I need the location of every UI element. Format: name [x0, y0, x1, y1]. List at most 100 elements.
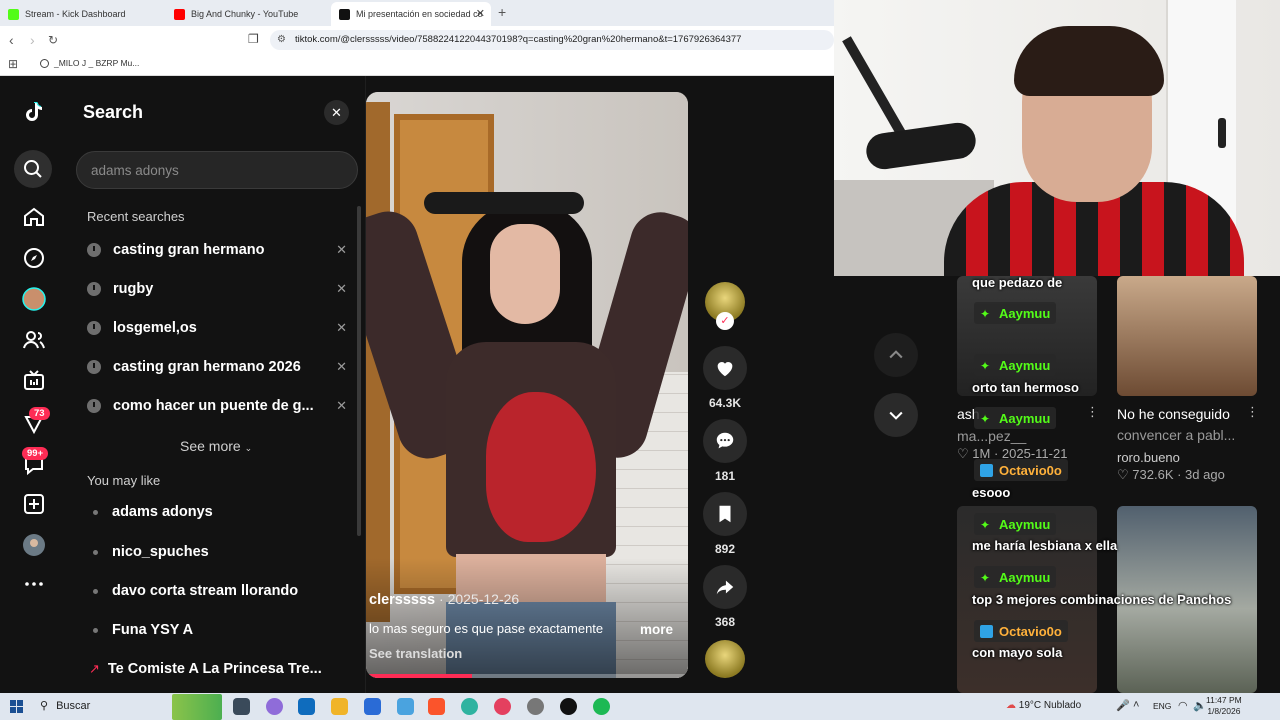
site-info-icon[interactable]: ⚙	[277, 30, 286, 50]
store-icon[interactable]	[364, 698, 381, 715]
address-bar[interactable]: ⚙ tiktok.com/@clersssss/video/7588224122…	[270, 30, 834, 50]
clock[interactable]: 11:47 PM 1/8/2026	[1206, 695, 1242, 717]
new-tab-button[interactable]: +	[498, 4, 506, 20]
grid-title[interactable]: No he conseguido	[1117, 406, 1230, 422]
brave-icon[interactable]	[428, 698, 445, 715]
trending-icon: ↗	[89, 661, 100, 676]
reload-icon[interactable]: ↻	[48, 33, 58, 47]
share-icon[interactable]	[703, 565, 747, 609]
bookmark-icon[interactable]: ❐	[248, 32, 259, 46]
app-icon[interactable]	[560, 698, 577, 715]
more-options-icon[interactable]: ⋮	[1086, 404, 1099, 420]
chevron-up-icon	[889, 350, 903, 359]
recent-search-item[interactable]: casting gran hermano ✕	[87, 238, 347, 262]
see-more-label: See more	[180, 438, 241, 454]
left-rail: 73 99+	[0, 76, 68, 693]
grid-author[interactable]: roro.bueno	[1117, 450, 1180, 465]
suggested-search-item[interactable]: adams adonys	[93, 501, 213, 523]
app-icon[interactable]	[527, 698, 544, 715]
suggested-search-item[interactable]: nico_spuches	[93, 541, 209, 563]
remove-icon[interactable]: ✕	[336, 320, 347, 336]
task-view-icon[interactable]	[233, 698, 250, 715]
windows-start-icon[interactable]	[10, 700, 23, 713]
kick-badge-icon: ✦	[980, 517, 991, 532]
home-icon[interactable]	[20, 203, 48, 231]
volume-icon[interactable]: 🔈	[1193, 699, 1207, 712]
grid-stats-text: 732.6K · 3d ago	[1132, 467, 1225, 482]
edge-icon[interactable]	[461, 698, 478, 715]
comment-action[interactable]: 181	[700, 419, 750, 483]
next-video-button[interactable]	[874, 393, 918, 437]
wifi-icon[interactable]: ◠	[1178, 699, 1188, 712]
video-progress-bar[interactable]	[366, 674, 688, 678]
chat-username: ✦ Aaymuu	[974, 407, 1057, 429]
outlook-icon[interactable]	[298, 698, 315, 715]
profile-avatar-icon[interactable]	[20, 531, 48, 559]
video-player[interactable]: clersssss · 2025-12-26 lo mas seguro es …	[366, 92, 688, 678]
tiktok-logo-icon[interactable]	[20, 98, 48, 126]
taskbar-search[interactable]: ⚲ Buscar	[40, 699, 90, 713]
search-icon[interactable]	[14, 150, 52, 188]
save-action[interactable]: 892	[700, 492, 750, 556]
remove-icon[interactable]: ✕	[336, 398, 347, 414]
video-thumbnail[interactable]	[957, 276, 1097, 396]
activity-badge: 73	[29, 407, 50, 420]
file-explorer-icon[interactable]	[331, 698, 348, 715]
remove-icon[interactable]: ✕	[336, 242, 347, 258]
spotify-icon[interactable]	[593, 698, 610, 715]
close-tab-icon[interactable]: ✕	[476, 7, 485, 20]
previous-video-button[interactable]	[874, 333, 918, 377]
mic-icon[interactable]: 🎤	[1116, 699, 1130, 712]
bookmark-item[interactable]: _MILO J _ BZRP Mu...	[40, 58, 139, 68]
search-input[interactable]	[76, 151, 358, 189]
forward-icon[interactable]: ›	[30, 32, 35, 48]
live-icon[interactable]	[20, 367, 48, 395]
comment-icon[interactable]	[703, 419, 747, 463]
caption-more-button[interactable]: more	[640, 622, 673, 637]
see-more-button[interactable]: See more ⌄	[180, 438, 252, 454]
see-translation-button[interactable]: See translation	[369, 646, 462, 661]
upload-icon[interactable]	[20, 490, 48, 518]
video-thumbnail[interactable]	[1117, 276, 1257, 396]
chat-message: me haría lesbiana x ella	[972, 538, 1118, 553]
suggested-search-item[interactable]: davo corta stream llorando	[93, 580, 298, 602]
app-icon[interactable]	[494, 698, 511, 715]
apps-icon[interactable]: ⊞	[8, 57, 18, 71]
recent-search-item[interactable]: casting gran hermano 2026 ✕	[87, 355, 347, 379]
copilot-icon[interactable]	[266, 698, 283, 715]
recent-search-item[interactable]: rugby ✕	[87, 277, 347, 301]
tab-kick-dashboard[interactable]: Stream - Kick Dashboard	[0, 2, 165, 26]
video-author[interactable]: clersssss · 2025-12-26	[369, 591, 519, 608]
heart-icon[interactable]	[703, 346, 747, 390]
weather-widget[interactable]: ☁ 19°C Nublado	[1006, 700, 1081, 711]
chevron-up-icon[interactable]: ˄	[1133, 699, 1139, 711]
tab-tiktok[interactable]: Mi presentación en sociedad co ✕	[331, 2, 491, 26]
close-icon[interactable]: ✕	[324, 100, 349, 125]
share-action[interactable]: 368	[700, 565, 750, 629]
more-options-icon[interactable]: ⋮	[1246, 404, 1259, 420]
suggested-search-item[interactable]: ↗ Te Comiste A La Princesa Tre...	[89, 658, 322, 680]
app-icon[interactable]	[397, 698, 414, 715]
video-date: · 2025-12-26	[435, 591, 520, 607]
search-highlight-image[interactable]	[172, 694, 222, 720]
following-avatar-icon[interactable]	[20, 285, 48, 313]
kick-badge-icon: ✦	[980, 411, 991, 426]
back-icon[interactable]: ‹	[9, 32, 14, 48]
weather-text: 19°C Nublado	[1018, 700, 1082, 711]
tab-youtube[interactable]: Big And Chunky - YouTube	[166, 2, 331, 26]
remove-icon[interactable]: ✕	[336, 359, 347, 375]
grid-author[interactable]: ma...pez__	[957, 428, 1026, 444]
following-check-icon[interactable]: ✓	[716, 312, 734, 330]
scrollbar[interactable]	[357, 206, 361, 536]
language-indicator[interactable]: ENG	[1153, 701, 1171, 711]
music-disc-icon[interactable]	[705, 640, 745, 678]
like-action[interactable]: 64.3K	[700, 346, 750, 410]
recent-search-item[interactable]: losgemel,os ✕	[87, 316, 347, 340]
explore-icon[interactable]	[20, 244, 48, 272]
recent-search-item[interactable]: como hacer un puente de g... ✕	[87, 394, 347, 418]
bookmark-save-icon[interactable]	[703, 492, 747, 536]
more-icon[interactable]	[20, 570, 48, 598]
remove-icon[interactable]: ✕	[336, 281, 347, 297]
friends-icon[interactable]	[20, 326, 48, 354]
suggested-search-item[interactable]: Funa YSY A	[93, 619, 193, 641]
